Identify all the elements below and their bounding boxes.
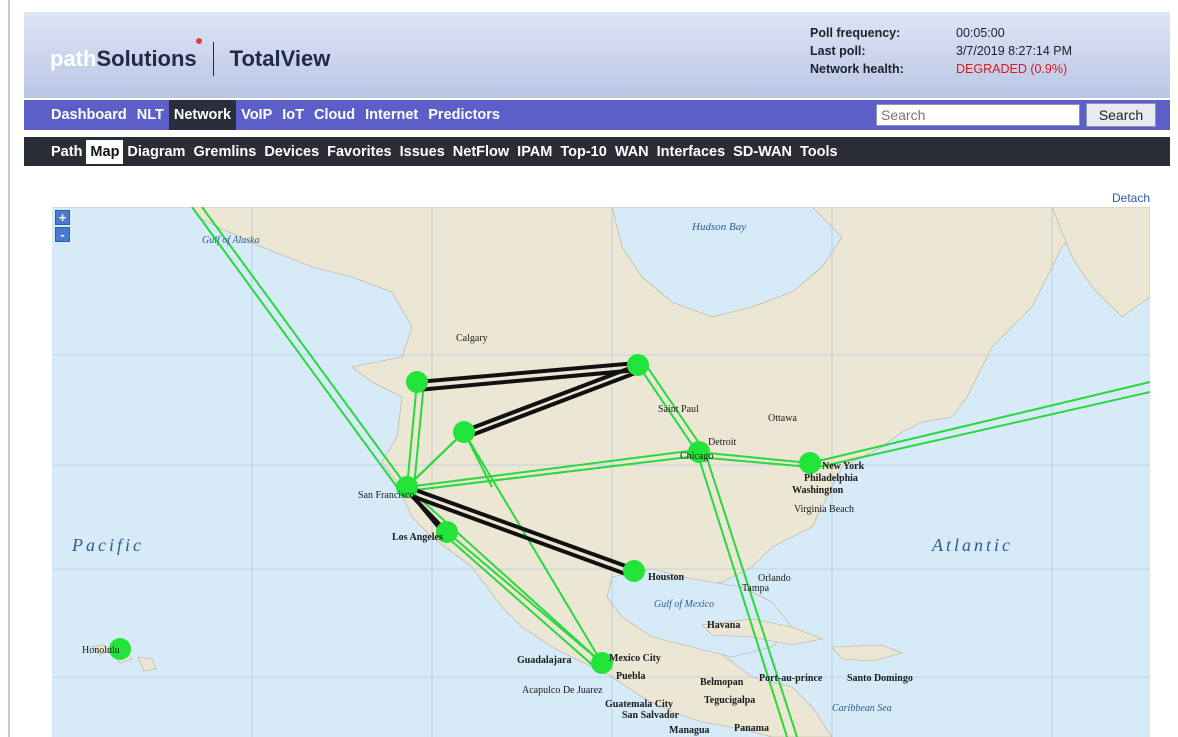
city-guatemala-city: Guatemala City	[605, 699, 674, 710]
city-new-york: New York	[822, 461, 865, 472]
nav-network[interactable]: Network	[168, 100, 237, 130]
brand-prefix: path	[50, 46, 97, 71]
primary-nav: Dashboard NLT Network VoIP IoT Cloud Int…	[24, 100, 1170, 130]
network-health-row: Network health: DEGRADED (0.9%)	[810, 60, 1072, 78]
city-chicago: Chicago	[680, 451, 714, 462]
search-button[interactable]: Search	[1086, 103, 1156, 127]
hispaniola-landmass	[831, 644, 903, 662]
city-los-angeles: Los Angeles	[392, 532, 443, 543]
caribbean-sea-label: Caribbean Sea	[832, 703, 892, 714]
subnav-diagram[interactable]: Diagram	[123, 140, 189, 164]
zoom-out-button[interactable]: -	[55, 227, 70, 242]
poll-frequency-row: Poll frequency: 00:05:00	[810, 24, 1072, 42]
poll-frequency-value: 00:05:00	[956, 26, 1005, 40]
city-panama: Panama	[734, 723, 769, 734]
zoom-in-button[interactable]: +	[55, 210, 70, 225]
city-puebla: Puebla	[616, 671, 646, 682]
network-health-label: Network health:	[810, 62, 904, 76]
city-managua: Managua	[669, 725, 710, 736]
city-tegucigalpa: Tegucigalpa	[704, 695, 756, 706]
subnav-tools[interactable]: Tools	[796, 140, 842, 164]
city-houston: Houston	[648, 572, 685, 583]
city-saint-paul: Saint Paul	[658, 404, 699, 415]
city-honolulu: Honolulu	[82, 645, 120, 656]
poll-status: Poll frequency: 00:05:00 Last poll: 3/7/…	[810, 24, 1072, 78]
node-minneapolis	[627, 354, 649, 376]
secondary-nav: Path Map Diagram Gremlins Devices Favori…	[24, 137, 1170, 166]
subnav-issues[interactable]: Issues	[396, 140, 449, 164]
left-border	[8, 0, 10, 737]
city-san-salvador: San Salvador	[622, 710, 679, 721]
map-canvas	[52, 207, 1150, 737]
search-input[interactable]	[876, 104, 1080, 126]
hudson-bay-label: Hudson Bay	[692, 221, 747, 233]
subnav-favorites[interactable]: Favorites	[323, 140, 395, 164]
gulf-of-mexico-label: Gulf of Mexico	[654, 599, 714, 610]
gulf-of-alaska-label: Gulf of Alaska	[202, 235, 260, 246]
pacific-label: Pacific	[72, 535, 144, 555]
greenland-landmass	[1051, 207, 1150, 318]
subnav-top-10[interactable]: Top-10	[556, 140, 610, 164]
app-header: path Solutions TotalView Poll frequency: …	[24, 12, 1170, 98]
network-health-value: DEGRADED (0.9%)	[956, 62, 1068, 76]
brand-main: Solutions	[96, 46, 197, 71]
city-belmopan: Belmopan	[700, 677, 744, 688]
network-map[interactable]: + - Pacific Atlantic Hudson Bay Gulf of …	[52, 207, 1150, 737]
city-philadelphia: Philadelphia	[804, 473, 858, 484]
city-tampa: Tampa	[742, 583, 770, 594]
nav-iot[interactable]: IoT	[277, 100, 309, 130]
city-havana: Havana	[707, 620, 741, 631]
city-calgary: Calgary	[456, 333, 488, 344]
node-new-york	[799, 452, 821, 474]
city-ottawa: Ottawa	[768, 413, 797, 424]
city-santo-domingo: Santo Domingo	[847, 673, 913, 684]
subnav-map[interactable]: Map	[86, 140, 124, 164]
city-detroit: Detroit	[708, 437, 737, 448]
nav-voip[interactable]: VoIP	[236, 100, 277, 130]
node-portland	[406, 371, 428, 393]
city-acapulco: Acapulco De Juarez	[522, 685, 603, 696]
atlantic-label: Atlantic	[932, 535, 1013, 555]
brand-dot-icon	[196, 38, 202, 44]
node-boise	[453, 421, 475, 443]
product-name: TotalView	[229, 46, 331, 71]
nav-cloud[interactable]: Cloud	[309, 100, 360, 130]
city-mexico-city: Mexico City	[609, 653, 661, 664]
subnav-devices[interactable]: Devices	[260, 140, 323, 164]
city-guadalajara: Guadalajara	[517, 655, 572, 666]
subnav-ipam[interactable]: IPAM	[513, 140, 556, 164]
subnav-netflow[interactable]: NetFlow	[449, 140, 513, 164]
nav-internet[interactable]: Internet	[360, 100, 423, 130]
last-poll-row: Last poll: 3/7/2019 8:27:14 PM	[810, 42, 1072, 60]
node-houston	[623, 560, 645, 582]
city-virginia-beach: Virginia Beach	[794, 504, 855, 515]
poll-frequency-label: Poll frequency:	[810, 26, 901, 40]
detach-link[interactable]: Detach	[1112, 191, 1150, 205]
last-poll-label: Last poll:	[810, 44, 866, 58]
nav-dashboard[interactable]: Dashboard	[46, 100, 132, 130]
city-port-au-prince: Port-au-prince	[759, 673, 823, 684]
secondary-nav-items: Path Map Diagram Gremlins Devices Favori…	[47, 140, 842, 164]
subnav-gremlins[interactable]: Gremlins	[189, 140, 260, 164]
subnav-path[interactable]: Path	[47, 140, 86, 164]
subnav-wan[interactable]: WAN	[611, 140, 653, 164]
brand-logo[interactable]: path Solutions TotalView	[50, 38, 331, 76]
last-poll-value: 3/7/2019 8:27:14 PM	[956, 44, 1073, 58]
subnav-sd-wan[interactable]: SD-WAN	[729, 140, 796, 164]
logo-divider	[212, 42, 214, 76]
nav-predictors[interactable]: Predictors	[423, 100, 505, 130]
city-san-francisco: San Francisco	[358, 490, 415, 501]
primary-nav-items: Dashboard NLT Network VoIP IoT Cloud Int…	[46, 100, 505, 130]
nav-nlt[interactable]: NLT	[132, 100, 169, 130]
subnav-interfaces[interactable]: Interfaces	[653, 140, 730, 164]
city-washington: Washington	[792, 485, 844, 496]
